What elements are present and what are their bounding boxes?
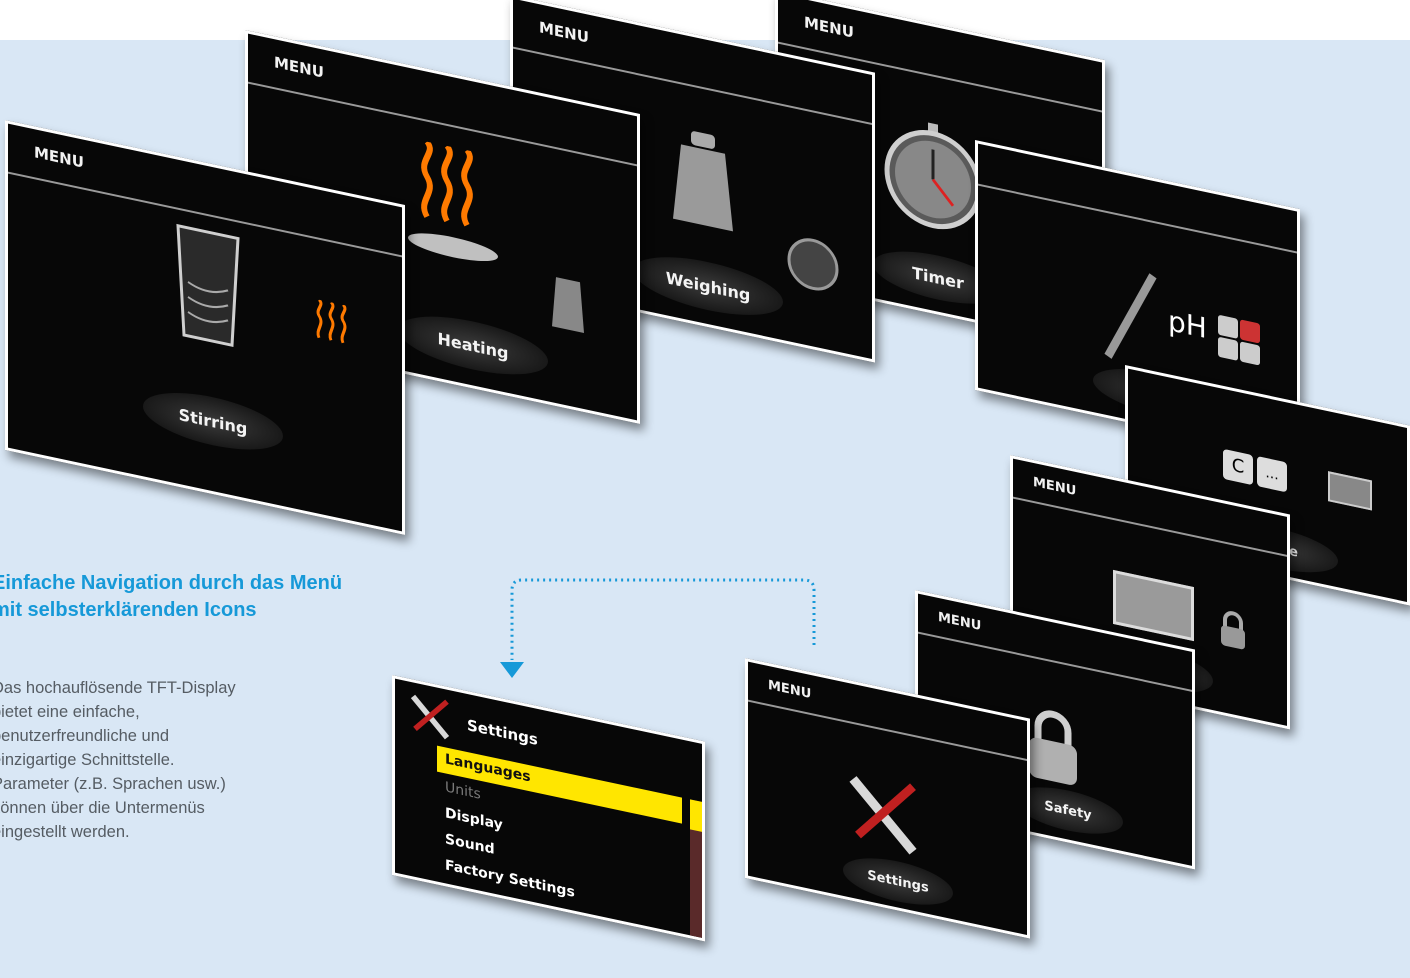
dotted-arrow — [500, 578, 816, 678]
section-heading: Einfache Navigation durch das Menü mit s… — [0, 570, 472, 624]
menu-item-sound[interactable]: Sound — [445, 831, 495, 858]
description-text: Das hochauflösende TFT-Display bietet ei… — [0, 676, 322, 844]
description-line: können über die Untermenüs — [0, 799, 205, 817]
menu-title: MENU — [1033, 474, 1077, 500]
description-line: benutzerfreundliche und — [0, 727, 170, 745]
menu-title: MENU — [804, 13, 854, 42]
stopwatch-icon — [787, 238, 839, 291]
stopwatch-icon — [884, 122, 982, 230]
stirring-label: Stirring — [143, 382, 283, 461]
heading-line-2: mit selbsterklärenden Icons — [0, 599, 257, 621]
scrollbar-thumb[interactable] — [690, 799, 704, 833]
lock-icon — [1029, 710, 1077, 785]
menu-title: MENU — [34, 143, 84, 172]
monitor-icon — [1328, 471, 1372, 511]
menu-title: MENU — [539, 18, 589, 47]
divider — [748, 699, 1027, 761]
menu-title: MENU — [938, 609, 982, 635]
heat-waves-icon — [316, 298, 347, 344]
monitor-icon — [1113, 569, 1194, 642]
description-line: eingestellt werden. — [0, 823, 130, 841]
ph-label: pH — [1168, 304, 1207, 346]
menu-item-display[interactable]: Display — [445, 805, 503, 833]
weight-icon — [552, 277, 584, 334]
mode-keys-icon: C ... — [1223, 439, 1293, 504]
ph-probe-icon — [1104, 273, 1157, 359]
menu-item-units[interactable]: Units — [445, 779, 481, 803]
lock-icon — [1221, 611, 1245, 650]
heating-label: Heating — [398, 305, 548, 386]
description-line: Das hochauflösende TFT-Display — [0, 679, 236, 697]
heading-line-1: Einfache Navigation durch das Menü — [0, 572, 343, 594]
weight-icon — [673, 131, 733, 232]
description-line: Parameter (z.B. Sprachen usw.) — [0, 775, 226, 793]
hotplate-icon — [408, 227, 498, 267]
divider — [1013, 496, 1287, 557]
wrench-screwdriver-icon — [849, 776, 917, 855]
settings-title: Settings — [467, 715, 538, 749]
heat-waves-icon — [421, 140, 473, 227]
divider — [918, 631, 1192, 692]
beaker-icon — [176, 223, 240, 348]
menu-title: MENU — [274, 53, 324, 82]
description-line: bietet eine einfache, — [0, 703, 140, 721]
description-line: einzigartige Schnittstelle. — [0, 751, 175, 769]
weighing-label: Weighing — [633, 246, 783, 327]
wrench-screwdriver-icon — [410, 694, 450, 740]
mode-keys-icon — [1218, 314, 1262, 368]
